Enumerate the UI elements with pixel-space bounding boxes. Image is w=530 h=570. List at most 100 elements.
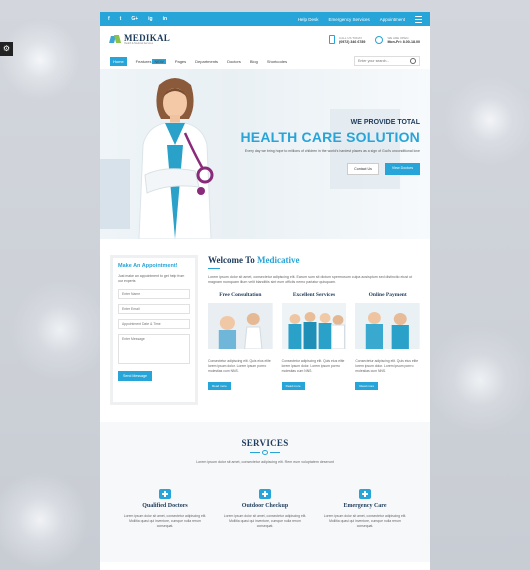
- settings-side-tab[interactable]: ⚙: [0, 42, 13, 56]
- service-desc: Lorem ipsum dolor sit amet, consectetur …: [223, 514, 307, 529]
- card-body: Consectetur adipiscing elit. Quis eius e…: [355, 358, 419, 373]
- doctor-icon: [159, 489, 171, 500]
- services-list: Qualified Doctors Lorem ipsum dolor sit …: [100, 489, 430, 529]
- ambulance-icon: [359, 489, 371, 500]
- new-badge: NEW: [152, 58, 166, 64]
- main-nav: Home Features NEW Pages Departments Docto…: [100, 53, 430, 69]
- read-more-button[interactable]: Read more: [208, 381, 231, 390]
- appointment-desc: Just make an appointment to get help fro…: [118, 274, 185, 283]
- help-desk-link[interactable]: Help Desk: [298, 17, 319, 22]
- logo-text: MEDIKAL: [124, 33, 171, 43]
- welcome-title: Welcome To Medicative: [208, 255, 420, 265]
- appointment-form: Make An Appointment! Just make an appoin…: [110, 255, 198, 405]
- hero-banner: WE PROVIDE TOTAL HEALTH CARE SOLUTION Ev…: [100, 69, 430, 239]
- hero-title: HEALTH CARE SOLUTION: [240, 129, 420, 145]
- service-item: Qualified Doctors Lorem ipsum dolor sit …: [121, 489, 209, 529]
- nav-item-doctors[interactable]: Doctors: [227, 59, 241, 64]
- appointment-link[interactable]: Appointment: [380, 17, 405, 22]
- services-section: SERVICES Lorem ipsum dolor sit amet, con…: [100, 422, 430, 562]
- nav-item-features[interactable]: Features NEW: [135, 58, 166, 64]
- sliders-icon: ⚙: [2, 44, 11, 53]
- search-input[interactable]: [358, 59, 408, 63]
- welcome-title-prefix: Welcome To: [208, 255, 257, 265]
- service-desc: Lorem ipsum dolor sit amet, consectetur …: [323, 514, 407, 529]
- service-name: Emergency Care: [343, 503, 387, 510]
- linkedin-icon[interactable]: in: [163, 16, 167, 22]
- service-name: Outdoor Checkup: [241, 503, 289, 510]
- card-title: Excellent Services: [292, 291, 336, 298]
- service-item: Outdoor Checkup Lorem ipsum dolor sit am…: [221, 489, 309, 529]
- feature-card: Online Payment Consectetur adipiscing el…: [355, 291, 421, 392]
- emergency-link[interactable]: Emergency Services: [328, 17, 369, 22]
- hours-info: WE ARE OPEN Mon-Fri: 8.00-18.00: [375, 35, 420, 44]
- card-body: Consectetur adipiscing elit. Quis eius e…: [208, 358, 271, 373]
- call-value: (0972) 346 6789: [339, 39, 366, 44]
- twitter-icon[interactable]: t: [120, 16, 122, 22]
- nav-item-pages[interactable]: Pages: [175, 59, 186, 64]
- title-underline: [208, 268, 220, 269]
- menu-icon[interactable]: [415, 15, 422, 23]
- nav-item-blog[interactable]: Blog: [250, 59, 258, 64]
- name-field-wrap: [118, 289, 190, 299]
- nav-item-home[interactable]: Home: [110, 56, 127, 66]
- card-title: Free Consultation: [219, 291, 262, 298]
- services-body: Lorem ipsum dolor sit amet, consectetur …: [196, 460, 334, 464]
- send-message-button[interactable]: Send Message: [118, 371, 152, 381]
- logo-mark-icon: [110, 35, 121, 44]
- welcome-title-highlight: Medicative: [257, 255, 300, 265]
- read-more-button[interactable]: Read more: [355, 381, 379, 390]
- hours-value: Mon-Fri: 8.00-18.00: [387, 39, 420, 44]
- appointment-title: Make An Appointment!: [118, 263, 178, 269]
- feature-cards: Free Consultation Consectetur adipiscing…: [208, 291, 421, 392]
- welcome-content: Welcome To Medicative Lorem ipsum dolor …: [208, 255, 421, 405]
- contact-us-button[interactable]: Contact Us: [347, 163, 379, 175]
- email-field[interactable]: [122, 307, 189, 311]
- facebook-icon[interactable]: f: [108, 16, 110, 22]
- social-links: f t G+ ig in: [108, 16, 167, 22]
- welcome-body: Lorem ipsum dolor sit amet, consectetur …: [208, 275, 413, 285]
- phone-icon: [329, 35, 336, 44]
- nav-item-shortcodes[interactable]: Shortcodes: [267, 59, 287, 64]
- logo[interactable]: MEDIKAL Health & Medical Services: [110, 33, 171, 46]
- date-field[interactable]: [122, 322, 189, 326]
- message-field[interactable]: [122, 337, 189, 361]
- instagram-icon[interactable]: ig: [148, 16, 152, 22]
- doctor-image: [138, 78, 214, 239]
- feature-card: Free Consultation Consectetur adipiscing…: [208, 292, 273, 392]
- header: MEDIKAL Health & Medical Services CALL U…: [100, 26, 430, 53]
- medical-kit-icon: [259, 489, 271, 500]
- card-body: Consectetur adipiscing elit. Quis eius e…: [281, 358, 345, 373]
- header-contacts: CALL US TODAY (0972) 346 6789 WE ARE OPE…: [329, 35, 420, 44]
- consultation-image: [208, 302, 273, 350]
- hero-pretitle: WE PROVIDE TOTAL: [350, 119, 420, 126]
- date-field-wrap: [118, 319, 190, 329]
- hero-text: WE PROVIDE TOTAL HEALTH CARE SOLUTION Ev…: [230, 119, 420, 175]
- card-title: Online Payment: [368, 291, 407, 298]
- name-field[interactable]: [122, 292, 189, 296]
- nav-item-departments[interactable]: Departments: [195, 59, 218, 64]
- top-links: Help Desk Emergency Services Appointment: [298, 15, 422, 23]
- service-desc: Lorem ipsum dolor sit amet, consectetur …: [123, 514, 207, 529]
- email-field-wrap: [118, 304, 190, 314]
- welcome-section: Make An Appointment! Just make an appoin…: [100, 239, 430, 405]
- hero-buttons: Contact Us View Doctors: [230, 163, 420, 175]
- service-item: Emergency Care Lorem ipsum dolor sit ame…: [321, 489, 409, 529]
- nav-menu: Home Features NEW Pages Departments Docto…: [110, 56, 287, 66]
- search-icon[interactable]: [410, 58, 416, 64]
- page: f t G+ ig in Help Desk Emergency Service…: [100, 12, 430, 570]
- services-title: SERVICES: [241, 438, 289, 448]
- message-field-wrap: [118, 334, 190, 364]
- call-label: CALL US TODAY: [339, 35, 363, 40]
- read-more-button[interactable]: Read more: [281, 381, 305, 390]
- payment-image: [355, 302, 421, 349]
- call-info: CALL US TODAY (0972) 346 6789: [329, 35, 365, 44]
- search-box: [354, 56, 420, 66]
- top-bar: f t G+ ig in Help Desk Emergency Service…: [100, 12, 430, 26]
- feature-card: Excellent Services Consectetur adipiscin…: [281, 291, 347, 392]
- google-plus-icon[interactable]: G+: [131, 16, 138, 22]
- nav-item-label: Features: [135, 58, 152, 64]
- title-divider: [100, 450, 430, 455]
- view-doctors-button[interactable]: View Doctors: [384, 163, 420, 175]
- services-image: [281, 302, 347, 350]
- hero-subtitle: Every day we bring hope to millions of c…: [244, 149, 420, 153]
